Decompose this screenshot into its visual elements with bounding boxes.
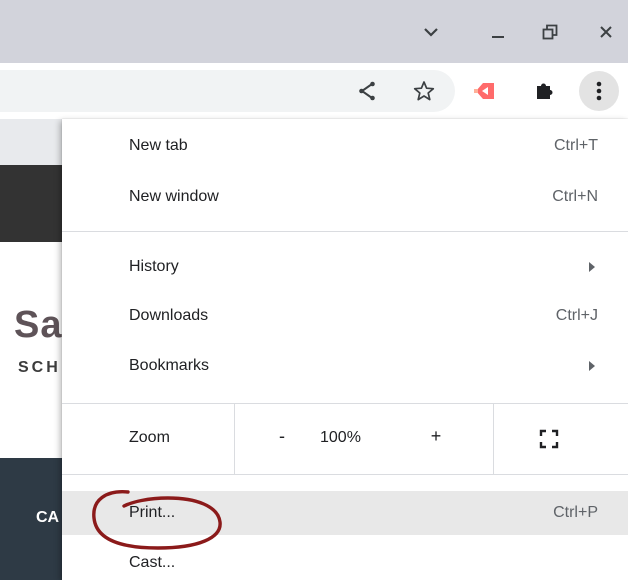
- menu-separator: [62, 231, 628, 232]
- menu-item-cast[interactable]: Cast...: [62, 541, 628, 580]
- menu-item-new-tab[interactable]: New tab Ctrl+T: [62, 124, 628, 168]
- browser-title-bar: [0, 0, 628, 63]
- submenu-arrow-icon: [589, 361, 595, 371]
- minimize-icon: [492, 36, 504, 38]
- menu-item-bookmarks[interactable]: Bookmarks: [62, 344, 628, 388]
- address-bar[interactable]: [0, 70, 455, 112]
- menu-item-print[interactable]: Print... Ctrl+P: [62, 491, 628, 535]
- zoom-value: 100%: [320, 429, 361, 446]
- page-logo-subtitle: SCH: [18, 359, 61, 376]
- restore-button[interactable]: [530, 12, 570, 52]
- puzzle-icon: [537, 83, 553, 99]
- menu-item-label: History: [129, 258, 179, 275]
- menu-item-label: Downloads: [129, 307, 209, 324]
- menu-item-shortcut: Ctrl+N: [552, 188, 598, 205]
- minimize-button[interactable]: [478, 12, 518, 52]
- tab-search-button[interactable]: [411, 12, 451, 52]
- chevron-down-icon: [424, 28, 438, 37]
- chrome-menu-button[interactable]: [579, 71, 619, 111]
- share-button[interactable]: [353, 77, 381, 105]
- menu-item-label: New tab: [129, 137, 188, 154]
- star-icon: [413, 81, 435, 101]
- page-cta-text[interactable]: CA: [36, 509, 59, 527]
- share-icon: [359, 81, 375, 101]
- menu-item-label: New window: [129, 188, 219, 205]
- fullscreen-icon[interactable]: [539, 429, 559, 449]
- vertical-dots-icon: [596, 81, 602, 101]
- zoom-out-button[interactable]: -: [272, 426, 292, 447]
- zoom-row: Zoom - 100% +: [62, 404, 628, 474]
- page-logo-text: Sa: [14, 304, 63, 346]
- menu-item-shortcut: Ctrl+T: [554, 137, 598, 154]
- menu-item-label: Print...: [129, 504, 176, 521]
- restore-icon: [542, 24, 558, 40]
- close-window-button[interactable]: [586, 12, 626, 52]
- menu-item-label: Bookmarks: [129, 357, 210, 374]
- submenu-arrow-icon: [589, 262, 595, 272]
- close-icon: [600, 26, 612, 38]
- menu-item-shortcut: Ctrl+P: [553, 504, 598, 521]
- extensions-button[interactable]: [530, 77, 558, 105]
- bookmark-button[interactable]: [410, 77, 438, 105]
- menu-item-history[interactable]: History: [62, 245, 628, 289]
- zoom-in-button[interactable]: +: [426, 426, 446, 447]
- zoom-label: Zoom: [129, 429, 170, 446]
- extension-logo-icon: [474, 83, 494, 99]
- menu-item-shortcut: Ctrl+J: [555, 307, 598, 324]
- menu-item-downloads[interactable]: Downloads Ctrl+J: [62, 294, 628, 338]
- menu-item-label: Cast...: [129, 554, 176, 571]
- menu-separator: [62, 474, 628, 475]
- chrome-main-menu: New tab Ctrl+T New window Ctrl+N History…: [62, 119, 628, 580]
- browser-toolbar: [0, 63, 628, 119]
- menu-item-new-window[interactable]: New window Ctrl+N: [62, 175, 628, 219]
- extension-logo-button[interactable]: [471, 77, 499, 105]
